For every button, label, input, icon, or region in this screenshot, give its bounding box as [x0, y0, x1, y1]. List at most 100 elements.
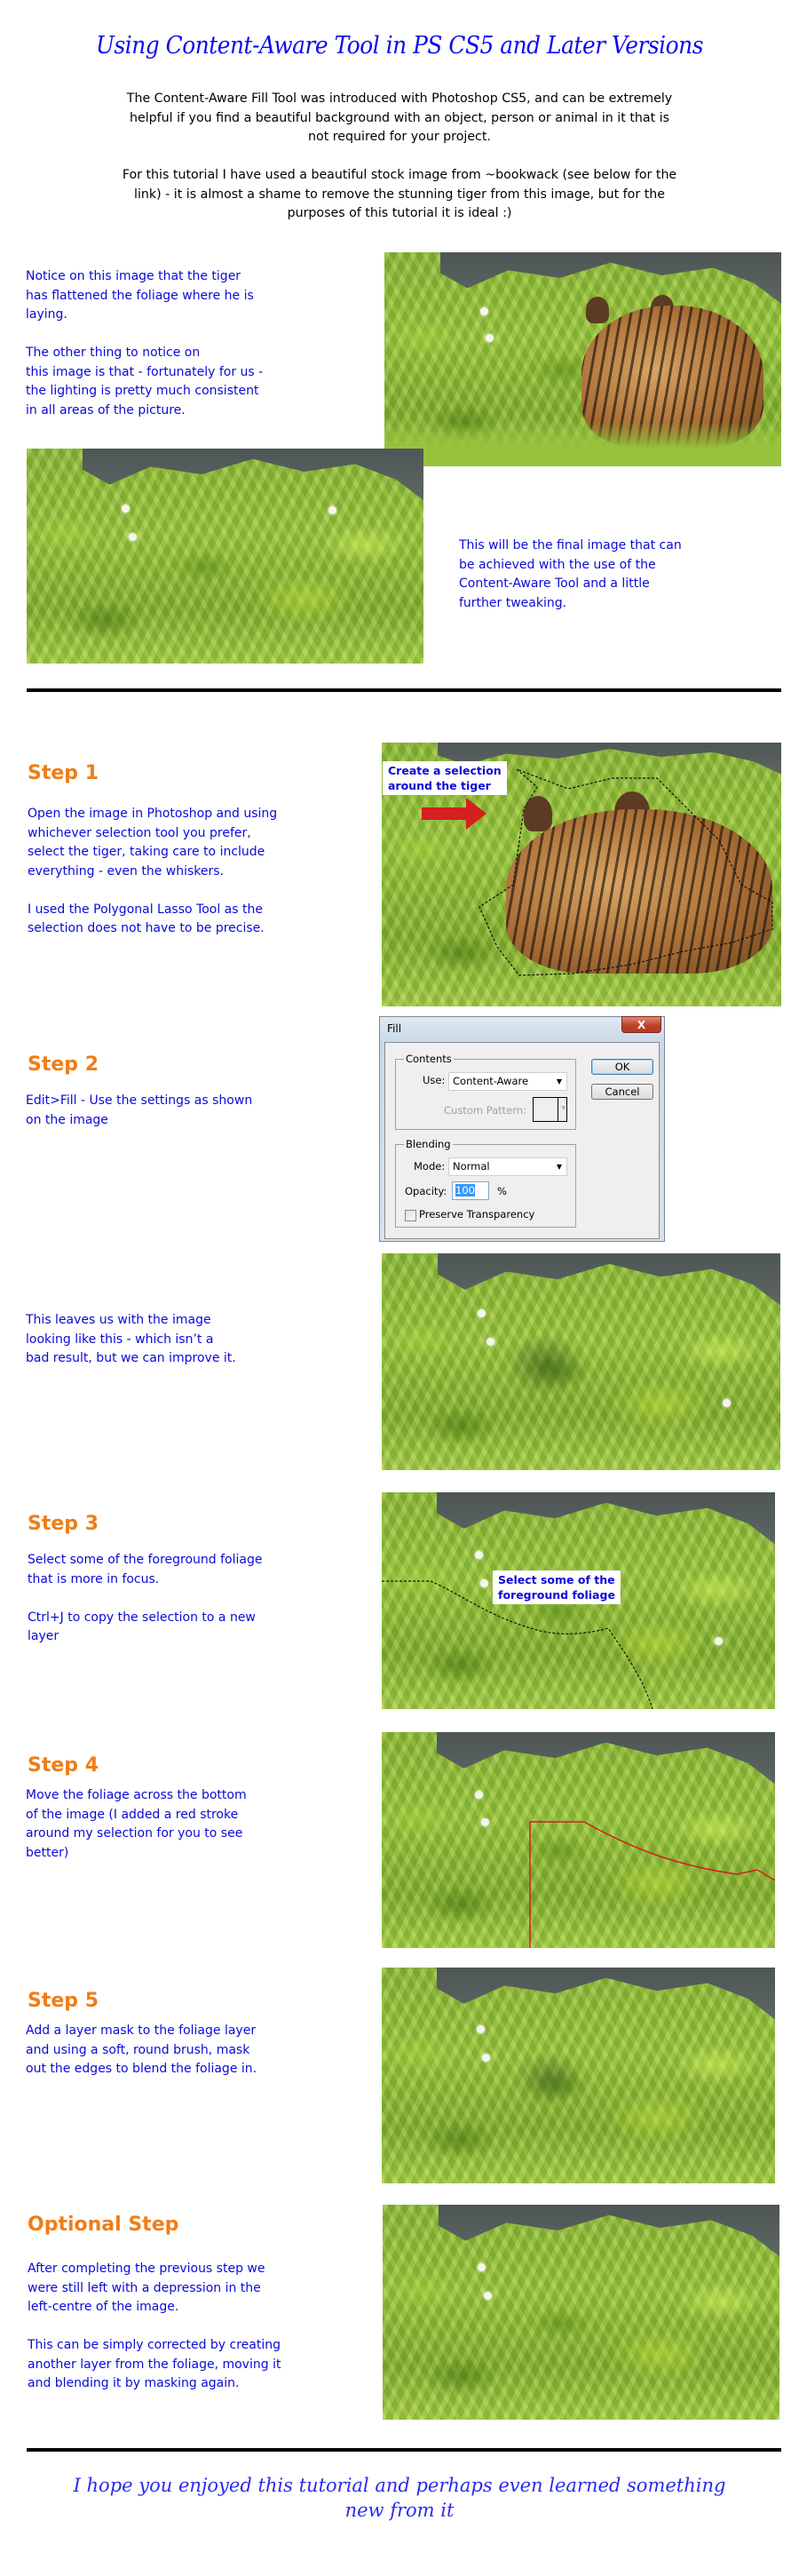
opacity-unit: %: [497, 1185, 507, 1197]
dandelion: [482, 2054, 490, 2062]
final-description: This will be the final image that can be…: [459, 537, 682, 613]
step-2-text: Edit>Fill - Use the settings as shown on…: [26, 1092, 252, 1130]
text-line: Select some of the foreground foliage: [28, 1553, 263, 1567]
preserve-transparency-checkbox[interactable]: [405, 1210, 416, 1221]
text-line: whichever selection tool you prefer,: [28, 825, 251, 840]
contents-group-label: Contents: [404, 1053, 454, 1065]
notice-text: Notice on this image that the tiger has …: [26, 267, 263, 420]
chevron-down-icon: ▼: [556, 1077, 562, 1085]
opacity-input[interactable]: 100: [452, 1181, 489, 1200]
step-4-heading: Step 4: [28, 1754, 99, 1777]
callout-line: Create a selection: [388, 764, 502, 777]
use-dropdown[interactable]: Content-Aware ▼: [448, 1072, 567, 1091]
step-4-text: Move the foliage across the bottom of th…: [26, 1786, 247, 1863]
closing-line: new from it: [344, 2500, 455, 2521]
text-line: [28, 1589, 262, 1609]
chevron-down-icon: ▼: [561, 1105, 566, 1111]
cancel-button[interactable]: Cancel: [591, 1084, 653, 1100]
use-label: Use:: [423, 1074, 446, 1086]
tiger-ear: [586, 297, 609, 323]
step-1-heading: Step 1: [28, 762, 99, 784]
fill-dialog: Fill X Contents Use: Content-Aware ▼ Cus…: [379, 1016, 665, 1242]
text-line: of the image (I added a red stroke: [26, 1807, 239, 1822]
footer-divider: [27, 2448, 781, 2452]
text-line: that is more in focus.: [28, 1571, 160, 1586]
dandelion: [484, 2292, 492, 2300]
dandelion: [723, 1399, 731, 1407]
text-line: in all areas of the picture.: [26, 402, 186, 417]
text-line: Content-Aware Tool and a little: [459, 576, 650, 591]
intro-line: not required for your project.: [308, 130, 491, 144]
intro-line: helpful if you find a beautiful backgrou…: [130, 110, 669, 125]
text-line: the lighting is pretty much consistent: [26, 384, 259, 398]
intro-paragraph-2: For this tutorial I have used a beautifu…: [18, 166, 781, 224]
text-line: This leaves us with the image: [26, 1313, 211, 1327]
text-line: has flattened the foliage where he is: [26, 288, 254, 303]
dialog-title: Fill: [387, 1022, 402, 1035]
text-line: select the tiger, taking care to include: [28, 845, 265, 859]
close-button[interactable]: X: [621, 1016, 661, 1033]
blending-group: Blending Mode: Normal ▼ Opacity: 100 % P…: [395, 1138, 576, 1228]
custom-pattern-picker: ▼: [533, 1097, 567, 1122]
text-line: Move the foliage across the bottom: [26, 1788, 247, 1802]
opacity-value: 100: [455, 1184, 475, 1197]
ok-button[interactable]: OK: [591, 1059, 653, 1075]
text-line: Notice on this image that the tiger: [26, 269, 241, 283]
text-line: Edit>Fill - Use the settings as shown: [26, 1093, 253, 1108]
dandelion: [486, 334, 494, 342]
text-line: and using a soft, round brush, mask: [26, 2042, 250, 2057]
text-line: better): [26, 1845, 69, 1860]
text-line: bad result, but we can improve it.: [26, 1351, 236, 1365]
section-divider: [27, 688, 781, 692]
text-line: Ctrl+J to copy the selection to a new: [28, 1610, 256, 1625]
text-line: another layer from the foliage, moving i…: [28, 2357, 281, 2372]
step-5-text: Add a layer mask to the foliage layer an…: [26, 2022, 257, 2079]
intro-line: purposes of this tutorial it is ideal :): [287, 206, 512, 220]
step-1-callout: Create a selection around the tiger: [383, 761, 507, 795]
dandelion: [122, 505, 130, 513]
dialog-body: Contents Use: Content-Aware ▼ Custom Pat…: [384, 1042, 660, 1239]
tiger-original-photo: [384, 252, 781, 466]
text-line: laying.: [26, 307, 67, 322]
text-line: on the image: [26, 1112, 108, 1127]
step-5-heading: Step 5: [28, 1990, 99, 2012]
page-title: Using Content-Aware Tool in PS CS5 and L…: [96, 32, 703, 60]
text-line: be achieved with the use of the: [459, 557, 656, 572]
text-line: Add a layer mask to the foliage layer: [26, 2023, 257, 2038]
use-dropdown-value: Content-Aware: [453, 1075, 529, 1087]
custom-pattern-label: Custom Pattern:: [444, 1104, 526, 1117]
depression-shadow: [506, 1333, 586, 1395]
step-2-heading: Step 2: [28, 1053, 99, 1076]
final-result-photo: [27, 449, 423, 664]
text-line: I used the Polygonal Lasso Tool as the: [28, 902, 263, 917]
text-line: and blending it by masking again.: [28, 2376, 240, 2390]
step-3-callout: Select some of the foreground foliage: [493, 1570, 621, 1604]
step-5-photo: [382, 1968, 775, 2183]
preserve-transparency-label: Preserve Transparency: [419, 1208, 535, 1220]
lasso-selection-path: [479, 768, 773, 976]
text-line: Open the image in Photoshop and using: [28, 807, 278, 821]
step-2-result-text: This leaves us with the image looking li…: [26, 1311, 236, 1369]
step-2-result-photo: [382, 1253, 780, 1470]
step-3-photo: Select some of the foreground foliage: [382, 1492, 775, 1709]
text-line: selection does not have to be precise.: [28, 921, 265, 935]
foreground-foliage: [384, 422, 781, 466]
text-line: layer: [28, 1629, 59, 1643]
text-line: The other thing to notice on: [26, 346, 201, 360]
closing-message: I hope you enjoyed this tutorial and per…: [0, 2473, 799, 2523]
dandelion: [487, 1338, 494, 1346]
text-line: left-centre of the image.: [28, 2300, 179, 2314]
text-line: [28, 2318, 281, 2337]
mode-dropdown[interactable]: Normal ▼: [448, 1157, 567, 1176]
intro-line: The Content-Aware Fill Tool was introduc…: [126, 91, 673, 106]
selection-overlay: [529, 1821, 775, 1948]
callout-line: Select some of the: [498, 1573, 615, 1586]
text-line: around my selection for you to see: [26, 1826, 243, 1841]
intro-line: For this tutorial I have used a beautifu…: [122, 168, 677, 182]
mode-dropdown-value: Normal: [453, 1160, 490, 1173]
step-1-photo: Create a selection around the tiger: [382, 743, 781, 1006]
dandelion: [478, 1309, 486, 1317]
dandelion: [328, 506, 336, 514]
callout-line: around the tiger: [388, 779, 491, 792]
step-4-photo: [382, 1732, 775, 1948]
